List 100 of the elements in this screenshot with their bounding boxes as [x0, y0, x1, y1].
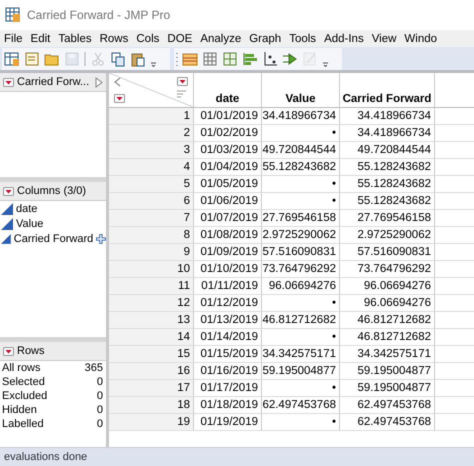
stat-label: Hidden [2, 404, 37, 416]
row-number[interactable]: 1 [109, 108, 194, 125]
stat-value: 0 [96, 390, 103, 402]
grid-icon[interactable] [222, 50, 238, 66]
menu-item[interactable]: Add-Ins [320, 32, 368, 44]
column-header[interactable]: Carried Forward [340, 73, 435, 108]
table-cell: 46.812712682 [340, 329, 435, 346]
row-number[interactable]: 10 [109, 261, 194, 278]
menu-item[interactable]: DOE [163, 32, 196, 44]
menu-item[interactable]: Graph [245, 32, 286, 44]
row-number[interactable]: 14 [109, 329, 194, 346]
table-cell: 01/10/2019 [194, 261, 262, 278]
menu-item[interactable]: Edit [26, 32, 54, 44]
table-cell: 2.9725290062 [262, 227, 340, 244]
table-cell: 62.497453768 [340, 397, 435, 414]
axis-icon[interactable] [262, 50, 278, 66]
row-number[interactable]: 9 [109, 244, 194, 261]
copy-icon[interactable] [110, 50, 126, 66]
table-cell: 01/02/2019 [194, 125, 262, 142]
row-number[interactable]: 11 [109, 278, 194, 295]
row-number[interactable]: 12 [109, 295, 194, 312]
table-icon[interactable] [4, 50, 20, 66]
stat-label: Labelled [2, 418, 44, 430]
panel-title[interactable]: Columns (3/0) [17, 185, 103, 197]
table-cell: 01/12/2019 [194, 295, 262, 312]
dropdown-icon[interactable] [177, 77, 188, 86]
table-cell: 96.06694276 [340, 278, 435, 295]
column-header[interactable]: date [194, 73, 262, 108]
table-cell: 59.195004877 [262, 363, 340, 380]
table-cell: 01/01/2019 [194, 108, 262, 125]
table-cell: 55.128243682 [340, 193, 435, 210]
row-number[interactable]: 2 [109, 125, 194, 142]
table-cell: 01/06/2019 [194, 193, 262, 210]
table-cell: 01/04/2019 [194, 159, 262, 176]
column-name[interactable]: Value [16, 218, 44, 230]
table-cell: 01/03/2019 [194, 142, 262, 159]
row-number[interactable]: 8 [109, 227, 194, 244]
table-cell: 59.195004877 [340, 363, 435, 380]
dropdown-icon[interactable] [3, 78, 14, 86]
column-name[interactable]: Carried Forward [14, 232, 94, 244]
dropdown-icon[interactable] [3, 186, 14, 196]
stat-value: 0 [96, 418, 103, 430]
table-cell: 01/18/2019 [194, 397, 262, 414]
panel-title[interactable]: Rows [17, 345, 103, 357]
table-cell: 46.812712682 [262, 312, 340, 329]
table-cell: 73.764796292 [262, 261, 340, 278]
menu-item[interactable]: Rows [96, 32, 132, 44]
menu-item[interactable]: Windo [400, 32, 442, 44]
paste-icon[interactable] [130, 50, 146, 66]
menu-item[interactable]: Tables [54, 32, 96, 44]
menu-item[interactable]: Analyze [196, 32, 246, 44]
bar-chart-icon[interactable] [242, 50, 258, 66]
table-cell: 62.497453768 [340, 414, 435, 431]
continuous-column-icon [1, 218, 13, 230]
table-cell: 55.128243682 [340, 176, 435, 193]
table-cell: • [262, 380, 340, 397]
row-number[interactable]: 13 [109, 312, 194, 329]
row-number[interactable]: 4 [109, 159, 194, 176]
table-cell: 01/11/2019 [194, 278, 262, 295]
dropdown-icon[interactable] [3, 346, 14, 356]
table-cell: 62.497453768 [262, 397, 340, 414]
menu-item[interactable]: Tools [285, 32, 320, 44]
table-cell: 34.418966734 [340, 125, 435, 142]
table-cell: • [262, 414, 340, 431]
table-cell: 01/13/2019 [194, 312, 262, 329]
column-name[interactable]: date [16, 202, 38, 214]
table-cell: 01/14/2019 [194, 329, 262, 346]
grid-icon[interactable] [202, 50, 218, 66]
row-number[interactable]: 18 [109, 397, 194, 414]
status-text: evaluations done [4, 451, 88, 463]
row-number[interactable]: 19 [109, 414, 194, 431]
table-icon[interactable] [182, 50, 198, 66]
table-cell: 01/07/2019 [194, 210, 262, 227]
stat-label: All rows [2, 362, 41, 374]
row-number[interactable]: 7 [109, 210, 194, 227]
menu-item[interactable]: Cols [132, 32, 164, 44]
row-number[interactable]: 3 [109, 142, 194, 159]
row-number[interactable]: 15 [109, 346, 194, 363]
table-cell: 96.06694276 [340, 295, 435, 312]
menu-item[interactable]: File [0, 32, 27, 44]
menu-item[interactable]: View [368, 32, 400, 44]
row-number[interactable]: 17 [109, 380, 194, 397]
column-header[interactable]: Value [262, 73, 340, 108]
table-cell: 34.342575171 [262, 346, 340, 363]
table-cell: 01/16/2019 [194, 363, 262, 380]
panel-title[interactable]: Carried Forw... [17, 76, 92, 88]
script-icon[interactable] [24, 50, 40, 66]
row-number[interactable]: 5 [109, 176, 194, 193]
window-title: Carried Forward - JMP Pro [27, 8, 170, 22]
row-number[interactable]: 16 [109, 363, 194, 380]
expand-icon[interactable] [95, 76, 103, 88]
stat-value: 365 [84, 362, 103, 374]
table-cell: 34.418966734 [340, 108, 435, 125]
dropdown-icon[interactable] [114, 94, 125, 103]
table-cell: 2.9725290062 [340, 227, 435, 244]
table-cell: 55.128243682 [340, 159, 435, 176]
stat-label: Selected [2, 376, 45, 388]
row-number[interactable]: 6 [109, 193, 194, 210]
arrow-icon[interactable] [282, 50, 298, 66]
collapse-icon[interactable] [114, 77, 121, 87]
